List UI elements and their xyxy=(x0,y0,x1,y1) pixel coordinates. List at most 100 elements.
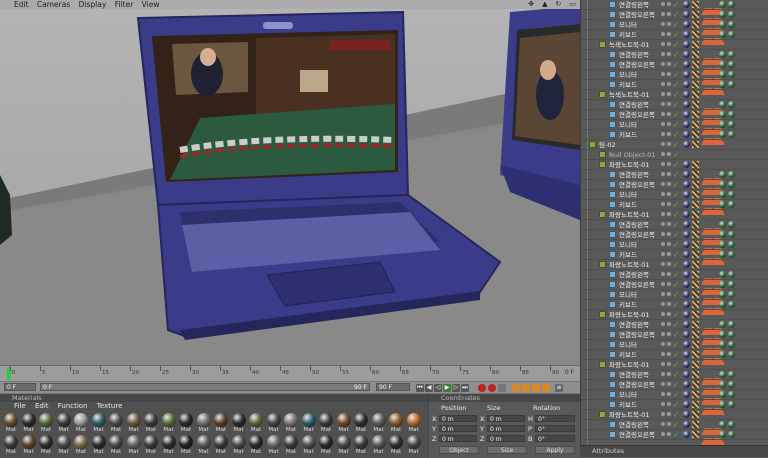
enabled-check-icon[interactable]: ✓ xyxy=(673,340,680,349)
material-tag-icon[interactable] xyxy=(719,371,726,378)
menu-edit[interactable]: Edit xyxy=(14,0,29,9)
visibility-dot-icon[interactable] xyxy=(667,152,671,156)
enabled-check-icon[interactable]: ✓ xyxy=(673,230,680,239)
material-tag-icon[interactable] xyxy=(728,81,735,88)
material-tag-icon[interactable] xyxy=(692,411,699,418)
visibility-dot-icon[interactable] xyxy=(667,332,671,336)
pos-x-field[interactable]: 0 m xyxy=(439,415,477,423)
object-row[interactable]: 모니터 ✓ xyxy=(581,390,768,405)
enabled-check-icon[interactable]: ✓ xyxy=(673,40,680,49)
visibility-dot-icon[interactable] xyxy=(667,372,671,376)
menu-view[interactable]: View xyxy=(142,0,160,9)
visibility-dot-icon[interactable] xyxy=(661,292,665,296)
material-swatch[interactable]: Mat xyxy=(248,413,264,437)
visibility-dot-icon[interactable] xyxy=(667,62,671,66)
step-forward-icon[interactable]: ▷ xyxy=(452,384,460,392)
object-row[interactable]: 모니터 ✓ xyxy=(581,20,768,35)
enabled-check-icon[interactable]: ✓ xyxy=(673,310,680,319)
visibility-dot-icon[interactable] xyxy=(661,182,665,186)
size-x-field[interactable]: 0 m xyxy=(487,415,525,423)
visibility-dot-icon[interactable] xyxy=(661,272,665,276)
rot-p-field[interactable]: 0° xyxy=(535,425,575,433)
enabled-check-icon[interactable]: ✓ xyxy=(673,60,680,69)
visibility-dot-icon[interactable] xyxy=(667,22,671,26)
visibility-dot-icon[interactable] xyxy=(667,92,671,96)
visibility-dot-icon[interactable] xyxy=(667,182,671,186)
visibility-dot-icon[interactable] xyxy=(667,162,671,166)
goto-start-icon[interactable]: ⏮ xyxy=(416,384,424,392)
material-swatch[interactable]: Mat xyxy=(213,413,229,437)
material-tag-icon[interactable] xyxy=(728,221,735,228)
size-z-field[interactable]: 0 m xyxy=(487,435,525,443)
material-tag-icon[interactable] xyxy=(719,331,726,338)
play-icon[interactable]: ▶ xyxy=(443,384,451,392)
visibility-dot-icon[interactable] xyxy=(661,102,665,106)
material-tag-icon[interactable] xyxy=(719,241,726,248)
object-row[interactable]: 키보드 ✓ xyxy=(581,130,768,145)
material-tag-icon[interactable] xyxy=(728,191,735,198)
visibility-dot-icon[interactable] xyxy=(667,192,671,196)
scale-key-icon[interactable] xyxy=(522,384,530,392)
visibility-dot-icon[interactable] xyxy=(661,422,665,426)
material-tag-icon[interactable] xyxy=(719,11,726,18)
enabled-check-icon[interactable]: ✓ xyxy=(673,140,680,149)
material-swatch[interactable]: Mat xyxy=(21,435,37,458)
frame-range-slider[interactable]: 0 F 90 F xyxy=(40,383,370,391)
visibility-dot-icon[interactable] xyxy=(667,422,671,426)
material-tag-icon[interactable] xyxy=(692,111,699,118)
max-frame-field[interactable]: 90 F xyxy=(376,383,410,391)
material-tag-icon[interactable] xyxy=(692,221,699,228)
visibility-dot-icon[interactable] xyxy=(661,82,665,86)
size-y-field[interactable]: 0 m xyxy=(487,425,525,433)
play-back-icon[interactable]: ◁ xyxy=(434,384,442,392)
visibility-dot-icon[interactable] xyxy=(661,412,665,416)
material-tag-icon[interactable] xyxy=(728,11,735,18)
material-tag-icon[interactable] xyxy=(719,421,726,428)
object-dropdown[interactable]: Object xyxy=(439,446,479,454)
enabled-check-icon[interactable]: ✓ xyxy=(673,360,680,369)
material-swatch[interactable]: Mat xyxy=(126,435,142,458)
object-row[interactable]: 연결링오른쪽 ✓ xyxy=(581,330,768,345)
visibility-dot-icon[interactable] xyxy=(661,432,665,436)
visibility-dot-icon[interactable] xyxy=(667,402,671,406)
object-row[interactable]: 연결링왼쪽 ✓ xyxy=(581,270,768,285)
visibility-dot-icon[interactable] xyxy=(661,192,665,196)
material-tag-icon[interactable] xyxy=(683,321,690,328)
material-tag-icon[interactable] xyxy=(683,81,690,88)
visibility-dot-icon[interactable] xyxy=(661,132,665,136)
visibility-dot-icon[interactable] xyxy=(661,242,665,246)
material-tag-icon[interactable] xyxy=(719,341,726,348)
material-tag-icon[interactable] xyxy=(692,101,699,108)
material-tag-icon[interactable] xyxy=(683,101,690,108)
material-tag-icon[interactable] xyxy=(683,41,690,48)
material-tag-icon[interactable] xyxy=(719,191,726,198)
material-tag-icon[interactable] xyxy=(692,371,699,378)
material-swatch[interactable]: Mat xyxy=(371,435,387,458)
material-tag-icon[interactable] xyxy=(683,21,690,28)
object-row[interactable]: 연결링오른쪽 ✓ xyxy=(581,110,768,125)
material-tag-icon[interactable] xyxy=(692,361,699,368)
material-swatch[interactable]: Mat xyxy=(91,435,107,458)
enabled-check-icon[interactable]: ✓ xyxy=(673,160,680,169)
enabled-check-icon[interactable]: ✓ xyxy=(673,130,680,139)
material-tag-icon[interactable] xyxy=(728,241,735,248)
visibility-dot-icon[interactable] xyxy=(661,282,665,286)
visibility-dot-icon[interactable] xyxy=(661,362,665,366)
material-tag-icon[interactable] xyxy=(683,51,690,58)
visibility-dot-icon[interactable] xyxy=(667,362,671,366)
material-swatch[interactable]: Mat xyxy=(38,413,54,437)
material-tag-icon[interactable] xyxy=(719,1,726,8)
object-row[interactable]: 연결링왼쪽 ✓ xyxy=(581,220,768,235)
object-row[interactable]: 연결링왼쪽 ✓ xyxy=(581,320,768,335)
material-tag-icon[interactable] xyxy=(683,121,690,128)
enabled-check-icon[interactable]: ✓ xyxy=(673,70,680,79)
material-tag-icon[interactable] xyxy=(683,31,690,38)
material-tag-icon[interactable] xyxy=(719,171,726,178)
object-row[interactable]: 모니터 ✓ xyxy=(581,240,768,255)
material-tag-icon[interactable] xyxy=(692,281,699,288)
material-tag-icon[interactable] xyxy=(683,331,690,338)
visibility-dot-icon[interactable] xyxy=(661,142,665,146)
material-tag-icon[interactable] xyxy=(692,261,699,268)
material-swatch[interactable]: Mat xyxy=(406,435,422,458)
material-tag-icon[interactable] xyxy=(683,311,690,318)
